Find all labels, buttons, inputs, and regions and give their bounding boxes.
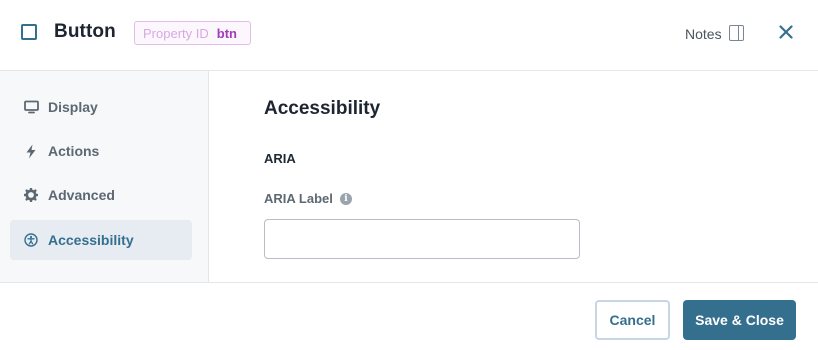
property-id-label: Property ID [143, 25, 209, 41]
info-icon[interactable]: i [340, 193, 352, 205]
sidebar-item-label: Display [48, 99, 98, 115]
dialog-header: Button Property ID btn Notes [0, 0, 818, 71]
sidebar: Display Actions Advanced Accessibility [0, 71, 209, 282]
sidebar-item-actions[interactable]: Actions [10, 131, 192, 171]
dialog-footer: Cancel Save & Close [0, 282, 818, 350]
sidebar-item-label: Advanced [48, 187, 115, 203]
sidebar-item-label: Actions [48, 143, 100, 159]
property-id-value: btn [216, 25, 237, 41]
close-button[interactable] [776, 22, 796, 42]
dialog-title: Button [54, 21, 116, 42]
monitor-icon [23, 99, 39, 115]
main-panel: Accessibility ARIA ARIA Label i [209, 71, 818, 282]
sidebar-item-accessibility[interactable]: Accessibility [10, 220, 192, 260]
sidebar-item-display[interactable]: Display [10, 87, 192, 127]
lightning-bolt-icon [23, 143, 39, 159]
aria-group-title: ARIA [264, 151, 296, 166]
aria-label-field-label: ARIA Label [264, 191, 333, 206]
close-icon [779, 25, 793, 39]
property-id-badge: Property ID btn [134, 21, 251, 45]
accessibility-icon [23, 232, 39, 248]
sidebar-item-label: Accessibility [48, 232, 134, 248]
save-and-close-button[interactable]: Save & Close [683, 300, 796, 340]
button-component-icon [21, 24, 37, 40]
section-title: Accessibility [264, 98, 381, 119]
aria-label-input[interactable] [264, 219, 580, 259]
notes-panel-icon[interactable] [729, 25, 744, 41]
cancel-button[interactable]: Cancel [595, 300, 670, 340]
gear-icon [23, 187, 39, 203]
sidebar-item-advanced[interactable]: Advanced [10, 175, 192, 215]
notes-label[interactable]: Notes [685, 26, 722, 42]
